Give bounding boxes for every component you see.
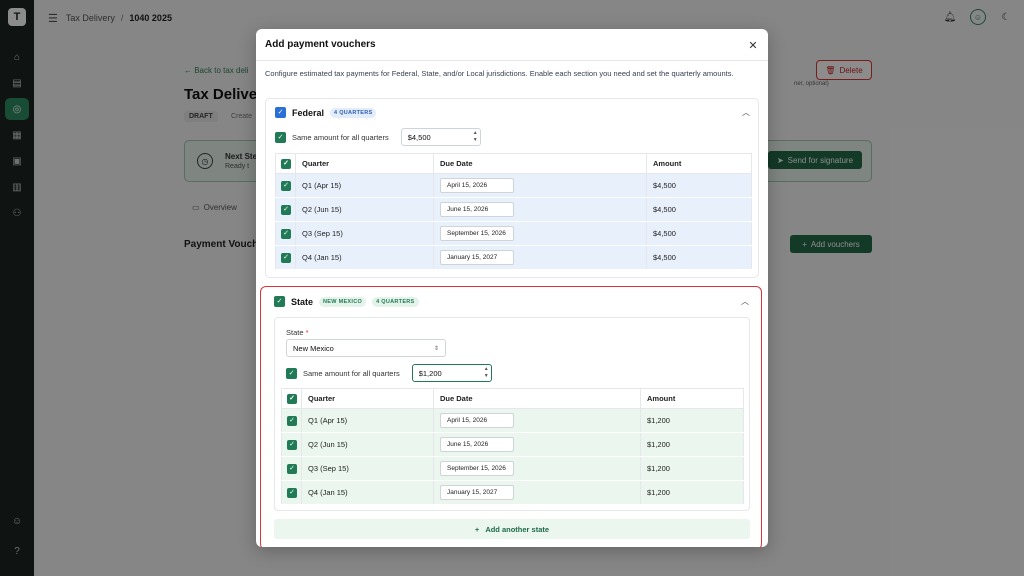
plus-icon: + — [474, 524, 480, 534]
state-same-amount-label: Same amount for all quarters — [303, 368, 400, 378]
chevron-up-icon[interactable]: ︿ — [741, 296, 749, 307]
quarter-cell: Q1 (Apr 15) — [295, 173, 434, 198]
state-select-value: New Mexico — [293, 343, 334, 353]
amount-cell: $1,200 — [640, 456, 744, 481]
quarter-cell: Q4 (Jan 15) — [301, 480, 434, 505]
table-row: ✓ Q1 (Apr 15) April 15, 2026 $1,200 — [281, 408, 744, 433]
modal-title: Add payment vouchers — [265, 39, 376, 50]
state-select-all-checkbox[interactable]: ✓ — [287, 393, 297, 404]
due-date-input[interactable]: January 15, 2027 — [440, 485, 514, 500]
amount-cell: $4,500 — [646, 245, 752, 270]
required-mark: * — [305, 328, 309, 337]
row-checkbox[interactable]: ✓ — [287, 487, 297, 498]
quarter-cell: Q3 (Sep 15) — [295, 221, 434, 246]
column-header-amount: Amount — [640, 388, 744, 409]
quarter-cell: Q4 (Jan 15) — [295, 245, 434, 270]
due-date-input[interactable]: April 15, 2026 — [440, 413, 514, 428]
state-amount-stepper[interactable]: ▲ ▼ — [484, 366, 489, 380]
table-row: ✓ Q3 (Sep 15) September 15, 2026 $1,200 — [281, 456, 744, 481]
federal-amount-stepper[interactable]: ▲ ▼ — [473, 130, 478, 144]
row-checkbox[interactable]: ✓ — [281, 228, 291, 239]
table-header-row: ✓ Quarter Due Date Amount — [281, 388, 744, 409]
state-title: State — [291, 296, 314, 307]
state-quarters-table: ✓ Quarter Due Date Amount ✓ Q1 (Apr 15) … — [281, 388, 744, 505]
federal-quarters-table: ✓ Quarter Due Date Amount ✓ Q1 (Apr 15) … — [275, 153, 752, 270]
table-row: ✓ Q3 (Sep 15) September 15, 2026 $4,500 — [275, 221, 752, 246]
state-select[interactable]: New Mexico ⇕ — [286, 339, 446, 357]
federal-checkbox[interactable]: ✓ — [275, 107, 286, 118]
due-date-input[interactable]: April 15, 2026 — [440, 178, 514, 193]
chevron-up-icon[interactable]: ▲ — [484, 366, 489, 373]
add-payment-vouchers-modal: Add payment vouchers ✕ Configure estimat… — [256, 29, 768, 547]
chevron-up-icon[interactable]: ▲ — [473, 130, 478, 137]
amount-cell: $4,500 — [646, 173, 752, 198]
state-quarters-badge: 4 QUARTERS — [372, 296, 419, 307]
amount-cell: $1,200 — [640, 432, 744, 457]
table-row: ✓ Q4 (Jan 15) January 15, 2027 $4,500 — [275, 245, 752, 270]
amount-cell: $4,500 — [646, 221, 752, 246]
table-row: ✓ Q4 (Jan 15) January 15, 2027 $1,200 — [281, 480, 744, 505]
state-name-badge: NEW MEXICO — [319, 296, 367, 307]
state-same-amount-checkbox[interactable]: ✓ — [286, 367, 297, 379]
row-checkbox[interactable]: ✓ — [281, 180, 291, 191]
column-header-amount: Amount — [646, 153, 752, 174]
add-another-state-button[interactable]: + Add another state — [274, 519, 750, 539]
quarter-cell: Q2 (Jun 15) — [301, 432, 434, 457]
federal-amount-input[interactable]: $4,500 ▲ ▼ — [400, 128, 481, 146]
federal-same-amount-label: Same amount for all quarters — [292, 132, 389, 142]
column-header-due-date: Due Date — [433, 388, 641, 409]
column-header-quarter: Quarter — [301, 388, 434, 409]
row-checkbox[interactable]: ✓ — [281, 252, 291, 263]
state-amount-value: $1,200 — [418, 368, 442, 378]
quarter-cell: Q3 (Sep 15) — [301, 456, 434, 481]
amount-cell: $1,200 — [640, 408, 744, 433]
column-header-due-date: Due Date — [433, 153, 647, 174]
state-label-text: State — [286, 328, 304, 337]
state-checkbox[interactable]: ✓ — [274, 296, 285, 307]
state-field-label: State * — [286, 328, 309, 337]
table-row: ✓ Q1 (Apr 15) April 15, 2026 $4,500 — [275, 173, 752, 198]
add-another-state-label: Add another state — [485, 524, 550, 534]
table-header-row: ✓ Quarter Due Date Amount — [275, 153, 752, 174]
amount-cell: $4,500 — [646, 197, 752, 222]
modal-description: Configure estimated tax payments for Fed… — [265, 69, 734, 78]
quarter-cell: Q1 (Apr 15) — [301, 408, 434, 433]
chevron-down-icon[interactable]: ▼ — [473, 137, 478, 144]
row-checkbox[interactable]: ✓ — [287, 439, 297, 450]
federal-amount-value: $4,500 — [407, 132, 431, 142]
federal-select-all-checkbox[interactable]: ✓ — [281, 158, 291, 169]
table-row: ✓ Q2 (Jun 15) June 15, 2026 $4,500 — [275, 197, 752, 222]
row-checkbox[interactable]: ✓ — [287, 415, 297, 426]
state-amount-input[interactable]: $1,200 ▲ ▼ — [411, 364, 492, 382]
chevron-down-icon[interactable]: ▼ — [484, 373, 489, 380]
close-icon[interactable]: ✕ — [746, 38, 760, 52]
federal-section: ✓ Federal 4 QUARTERS ︿ ✓ Same amount for… — [265, 98, 759, 278]
chevron-up-icon[interactable]: ︿ — [742, 107, 750, 118]
state-entry: State * New Mexico ⇕ ✓ Same amount for a… — [274, 317, 750, 511]
amount-cell: $1,200 — [640, 480, 744, 505]
due-date-input[interactable]: June 15, 2026 — [440, 202, 514, 217]
chevron-up-down-icon: ⇕ — [433, 345, 439, 352]
due-date-input[interactable]: September 15, 2026 — [440, 226, 514, 241]
column-header-quarter: Quarter — [295, 153, 434, 174]
row-checkbox[interactable]: ✓ — [281, 204, 291, 215]
quarter-cell: Q2 (Jun 15) — [295, 197, 434, 222]
federal-quarters-badge: 4 QUARTERS — [330, 107, 377, 118]
table-row: ✓ Q2 (Jun 15) June 15, 2026 $1,200 — [281, 432, 744, 457]
due-date-input[interactable]: September 15, 2026 — [440, 461, 514, 476]
due-date-input[interactable]: June 15, 2026 — [440, 437, 514, 452]
state-section: ✓ State NEW MEXICO 4 QUARTERS ︿ State * … — [260, 286, 762, 547]
federal-title: Federal — [292, 107, 325, 118]
row-checkbox[interactable]: ✓ — [287, 463, 297, 474]
federal-same-amount-checkbox[interactable]: ✓ — [275, 131, 286, 143]
due-date-input[interactable]: January 15, 2027 — [440, 250, 514, 265]
